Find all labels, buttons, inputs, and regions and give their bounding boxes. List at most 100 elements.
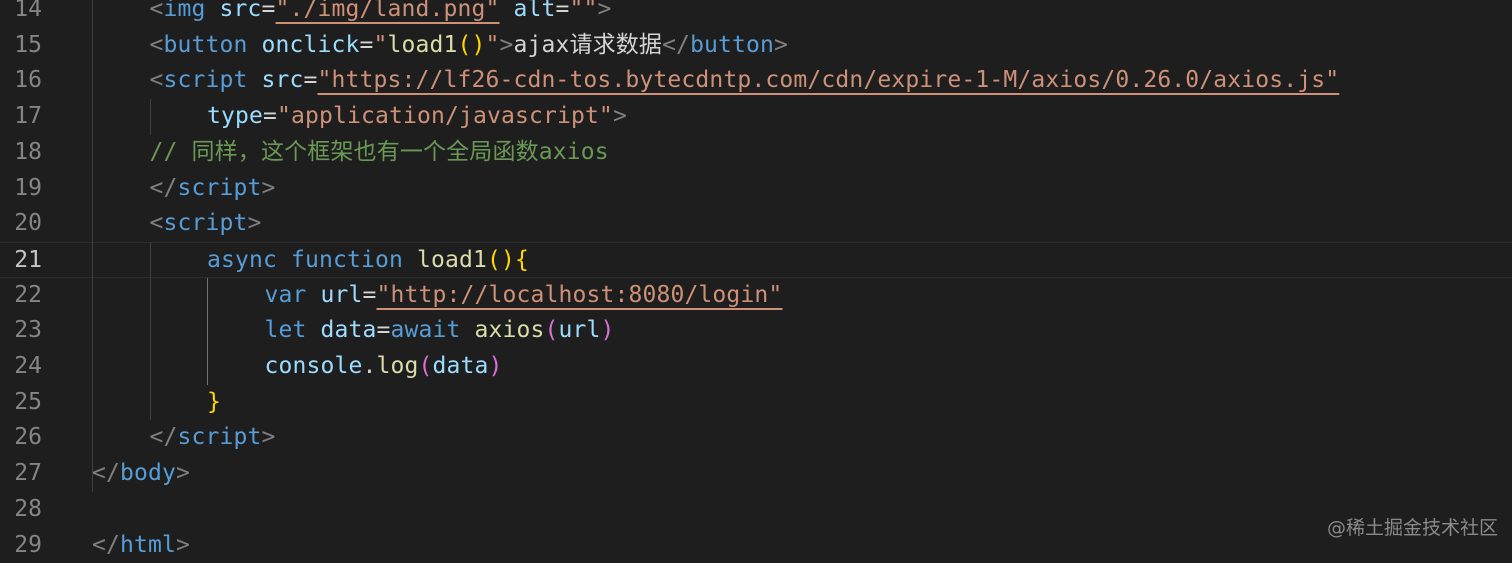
- line-number: 14: [0, 0, 42, 28]
- code-token: [206, 0, 220, 22]
- code-token: <: [150, 0, 164, 22]
- code-token: await: [391, 317, 461, 343]
- code-token: </: [662, 32, 690, 58]
- line-code[interactable]: var url="http://localhost:8080/login": [265, 278, 783, 314]
- indent-guide: [150, 242, 151, 421]
- code-token: =: [377, 317, 391, 343]
- code-token: <: [150, 67, 164, 93]
- line-code[interactable]: type="application/javascript">: [207, 99, 627, 135]
- indent-guide: [92, 0, 93, 492]
- code-token: alt: [513, 0, 555, 22]
- code-token: ): [488, 353, 502, 379]
- code-line[interactable]: 20<script>: [0, 206, 1512, 242]
- line-number: 21: [0, 243, 42, 279]
- code-editor[interactable]: 14<img src="./img/land.png" alt="">15<bu…: [0, 0, 1512, 558]
- code-token: "application/javascript": [277, 103, 613, 129]
- code-token: [307, 317, 321, 343]
- code-line[interactable]: 17 type="application/javascript">: [0, 99, 1512, 135]
- code-token: script: [178, 175, 262, 201]
- code-token: src: [220, 0, 262, 22]
- line-number: 23: [0, 313, 42, 349]
- code-token: onclick: [261, 32, 359, 58]
- line-code[interactable]: console.log(data): [265, 349, 503, 385]
- code-token: async: [207, 247, 277, 273]
- code-line[interactable]: 14 <img src="./img/land.png" alt="">: [0, 0, 1512, 28]
- line-code[interactable]: </script>: [150, 171, 276, 207]
- code-line[interactable]: 25}: [0, 385, 1512, 421]
- line-code[interactable]: }: [207, 385, 221, 421]
- code-line[interactable]: 21 async function load1(){: [0, 242, 1512, 278]
- code-line[interactable]: 26</script>: [0, 420, 1512, 456]
- code-token: {: [515, 247, 529, 273]
- line-code[interactable]: </script>: [150, 420, 276, 456]
- code-token: </: [150, 424, 178, 450]
- code-token: script: [164, 210, 248, 236]
- line-code[interactable]: // 同样，这个框架也有一个全局函数axios: [150, 135, 609, 171]
- line-number: 27: [0, 456, 42, 492]
- code-token: button: [164, 32, 248, 58]
- code-token: </: [92, 532, 120, 558]
- code-token: [403, 247, 417, 273]
- line-number: 18: [0, 135, 42, 171]
- watermark: @稀土掘金技术社区: [1327, 513, 1498, 540]
- code-line[interactable]: 19 </script>: [0, 171, 1512, 207]
- code-token: ": [373, 32, 387, 58]
- code-token: (): [457, 32, 485, 58]
- code-token: >: [176, 460, 190, 486]
- code-token: =: [262, 0, 276, 22]
- code-line[interactable]: 27 </body>: [0, 456, 1512, 492]
- code-token: img: [164, 0, 206, 22]
- line-code[interactable]: <button onclick="load1()">ajax请求数据</butt…: [150, 28, 789, 64]
- code-token: axios: [475, 317, 545, 343]
- line-code[interactable]: <img src="./img/land.png" alt="">: [150, 0, 612, 28]
- line-number: 19: [0, 171, 42, 207]
- code-token: }: [207, 389, 221, 415]
- code-token: >: [261, 175, 275, 201]
- line-code[interactable]: </body>: [92, 456, 190, 492]
- code-token: >: [176, 532, 190, 558]
- indent-guide: [150, 99, 151, 135]
- line-number: 24: [0, 349, 42, 385]
- code-line[interactable]: 18 // 同样，这个框架也有一个全局函数axios: [0, 135, 1512, 171]
- code-token: html: [120, 532, 176, 558]
- code-line[interactable]: 23 let data=await axios(url): [0, 313, 1512, 349]
- code-token: "https://lf26-cdn-tos.bytecdntp.com/cdn/…: [317, 67, 1339, 93]
- line-code[interactable]: <script src="https://lf26-cdn-tos.bytecd…: [150, 63, 1340, 99]
- code-token: src: [261, 67, 303, 93]
- code-token: >: [613, 103, 627, 129]
- code-token: >: [247, 210, 261, 236]
- code-token: ": [485, 32, 499, 58]
- code-token: url: [559, 317, 601, 343]
- line-code[interactable]: async function load1(){: [207, 243, 529, 279]
- code-token: data: [321, 317, 377, 343]
- code-token: (: [418, 353, 432, 379]
- code-line[interactable]: 15<button onclick="load1()">ajax请求数据</bu…: [0, 28, 1512, 64]
- code-token: body: [120, 460, 176, 486]
- code-token: log: [376, 353, 418, 379]
- code-line[interactable]: 22 var url="http://localhost:8080/login": [0, 278, 1512, 314]
- code-token: "": [569, 0, 597, 22]
- code-token: [247, 32, 261, 58]
- code-token: [247, 67, 261, 93]
- code-line[interactable]: 28: [0, 492, 1512, 528]
- code-token: "./img/land.png": [276, 0, 500, 22]
- code-token: (: [545, 317, 559, 343]
- code-token: var: [265, 282, 307, 308]
- code-token: // 同样，这个框架也有一个全局函数axios: [150, 139, 609, 165]
- code-token: =: [555, 0, 569, 22]
- line-number: 22: [0, 278, 42, 314]
- line-code[interactable]: let data=await axios(url): [265, 313, 615, 349]
- line-number: 17: [0, 99, 42, 135]
- code-token: </: [150, 175, 178, 201]
- code-token: >: [499, 32, 513, 58]
- code-token: =: [359, 32, 373, 58]
- code-line[interactable]: 24 console.log(data): [0, 349, 1512, 385]
- code-token: button: [690, 32, 774, 58]
- code-line[interactable]: 16 <script src="https://lf26-cdn-tos.byte…: [0, 63, 1512, 99]
- code-token: data: [432, 353, 488, 379]
- line-code[interactable]: <script>: [150, 206, 262, 242]
- code-token: (): [487, 247, 515, 273]
- line-number: 28: [0, 492, 42, 528]
- line-number: 16: [0, 63, 42, 99]
- code-token: >: [774, 32, 788, 58]
